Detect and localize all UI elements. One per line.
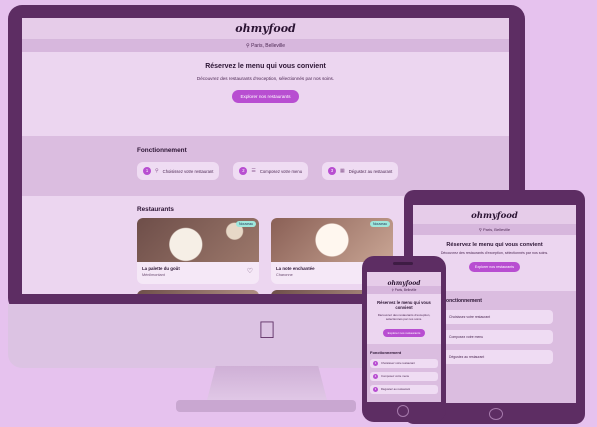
location-label: Paris, Belleville bbox=[394, 288, 417, 292]
step-card: 2 Composez votre menu bbox=[370, 372, 438, 381]
calendar-icon: ▦ bbox=[340, 168, 345, 174]
location-label: Paris, Belleville bbox=[482, 227, 511, 232]
apple-logo-icon:  bbox=[256, 318, 278, 344]
section-title: Fonctionnement bbox=[443, 298, 482, 304]
imac-stand bbox=[206, 366, 328, 404]
phone-screen: ohmyfood ⚲ Paris, Belleville Réservez le… bbox=[367, 272, 441, 402]
how-it-works-section: Fonctionnement 1 ⚲ Choisissez votre rest… bbox=[22, 136, 509, 196]
site-header: ohmyfood bbox=[413, 205, 576, 225]
step-number: 1 bbox=[143, 167, 151, 175]
map-pin-icon: ⚲ bbox=[246, 43, 250, 49]
hero-subtitle: Découvrez des restaurants d'exception, s… bbox=[196, 76, 335, 81]
hero-title: Réservez le menu qui vous convient bbox=[377, 300, 431, 310]
hero-section: Réservez le menu qui vous convient Décou… bbox=[367, 294, 441, 344]
speaker-icon bbox=[393, 262, 413, 265]
heart-icon[interactable]: ♡ bbox=[247, 267, 253, 275]
step-card: 3 ▦ Dégustez au restaurant bbox=[322, 162, 399, 180]
step-label: Choisissez votre restaurant bbox=[162, 168, 214, 174]
list-icon: ☰ bbox=[251, 168, 256, 174]
new-badge: Nouveau bbox=[235, 221, 256, 227]
restaurant-card[interactable]: Nouveau La palette du goût Ménilmontant … bbox=[137, 218, 259, 284]
restaurant-photo bbox=[137, 290, 259, 294]
hero-title: Réservez le menu qui vous convient bbox=[205, 63, 326, 70]
imac-base bbox=[176, 400, 356, 412]
step-card: 2 ☰ Composez votre menu bbox=[233, 162, 309, 180]
explore-button[interactable]: Explorer nos restaurants bbox=[468, 262, 521, 272]
step-card: 1 ⚲ Choisissez votre restaurant bbox=[137, 162, 220, 180]
new-badge: Nouveau bbox=[369, 221, 390, 227]
explore-button[interactable]: Explorer nos restaurants bbox=[382, 329, 426, 337]
logo[interactable]: ohmyfood bbox=[235, 22, 295, 35]
hero-section: Réservez le menu qui vous convient Décou… bbox=[22, 52, 509, 136]
logo[interactable]: ohmyfood bbox=[471, 211, 518, 221]
map-pin-icon: ⚲ bbox=[155, 168, 159, 174]
step-label: Dégustez au restaurant bbox=[348, 168, 393, 174]
hero-subtitle: Découvrez des restaurants d'exception, s… bbox=[377, 313, 431, 321]
step-label: Composez votre menu bbox=[259, 168, 303, 174]
step-card: Choisissez votre restaurant bbox=[443, 310, 553, 324]
step-label: Choisissez votre restaurant bbox=[381, 361, 415, 365]
explore-button[interactable]: Explorer nos restaurants bbox=[232, 90, 299, 103]
map-pin-icon: ⚲ bbox=[391, 288, 394, 292]
step-number: 2 bbox=[239, 167, 248, 175]
step-card: 1 Choisissez votre restaurant bbox=[370, 359, 438, 368]
hero-subtitle: Découvrez des restaurants d'exception, s… bbox=[440, 251, 549, 255]
section-title: Fonctionnement bbox=[370, 350, 402, 355]
step-label: Dégustez au restaurant bbox=[381, 387, 411, 391]
restaurant-area: Ménilmontant bbox=[142, 273, 165, 277]
step-card: Dégustez au restaurant bbox=[443, 350, 553, 364]
step-card: Composez votre menu bbox=[443, 330, 553, 344]
hero-title: Réservez le menu qui vous convient bbox=[446, 242, 543, 248]
step-number: 3 bbox=[328, 167, 337, 175]
restaurant-name: La palette du goût bbox=[142, 266, 180, 271]
step-number: 3 bbox=[373, 387, 378, 392]
location-bar[interactable]: ⚲ Paris, Belleville bbox=[413, 225, 576, 235]
restaurant-photo: Nouveau bbox=[137, 218, 259, 262]
map-pin-icon: ⚲ bbox=[478, 227, 482, 232]
home-button-icon bbox=[489, 408, 503, 420]
site-header: ohmyfood bbox=[367, 272, 441, 287]
how-it-works-section: Fonctionnement 1 Choisissez votre restau… bbox=[367, 344, 441, 402]
home-button-icon bbox=[397, 405, 409, 417]
step-card: 3 Dégustez au restaurant bbox=[370, 385, 438, 394]
section-title: Fonctionnement bbox=[137, 147, 187, 154]
site-header: ohmyfood bbox=[22, 18, 509, 40]
location-bar[interactable]: ⚲ Paris, Belleville bbox=[367, 286, 441, 294]
step-label: Composez votre menu bbox=[381, 374, 410, 378]
step-number: 1 bbox=[373, 361, 378, 366]
step-number: 2 bbox=[373, 374, 378, 379]
location-label: Paris, Belleville bbox=[251, 43, 285, 49]
location-bar[interactable]: ⚲ Paris, Belleville bbox=[22, 40, 509, 52]
